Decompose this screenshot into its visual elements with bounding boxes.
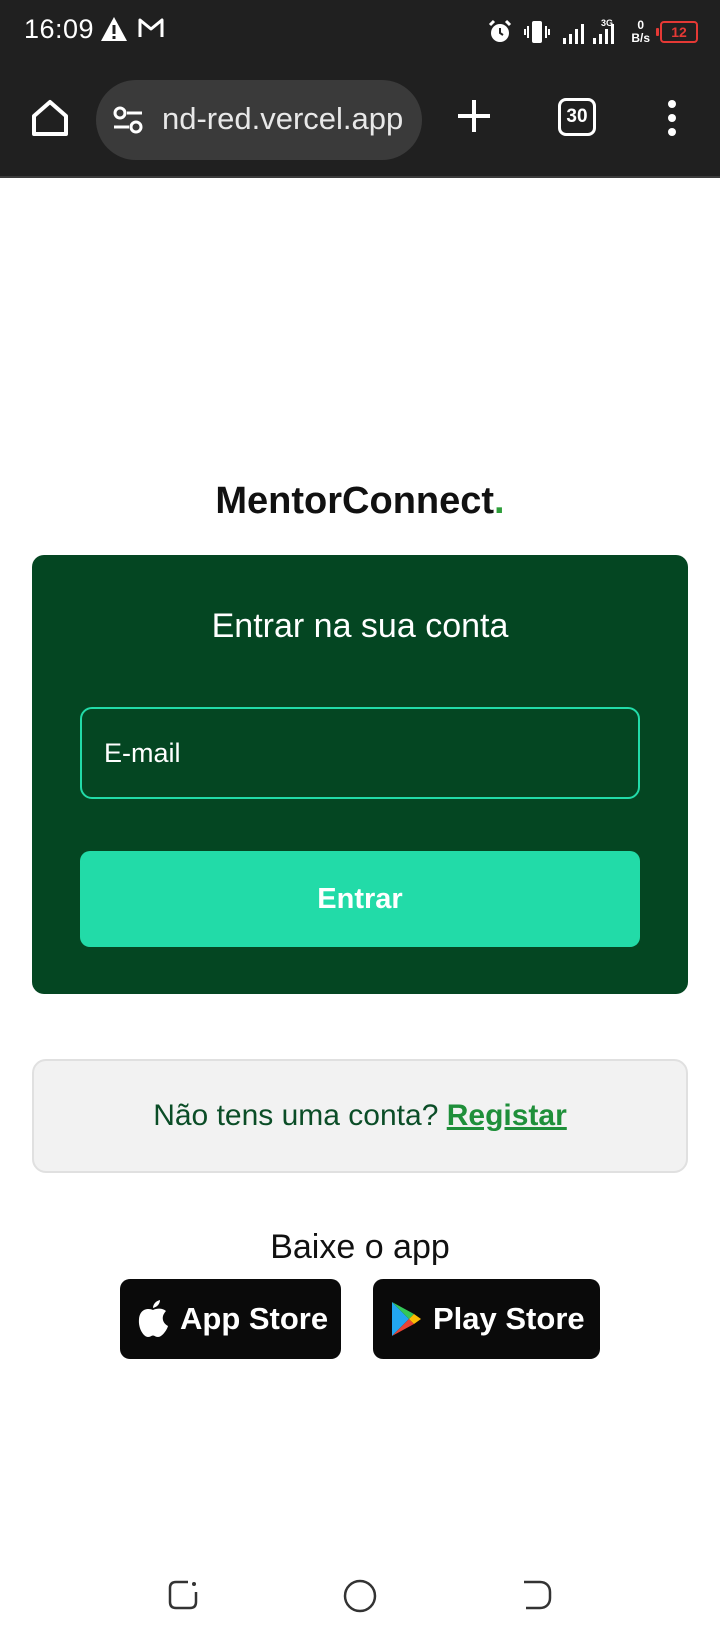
brand-name: MentorConnect	[215, 480, 495, 522]
back-icon[interactable]	[520, 1578, 554, 1612]
register-box: Não tens uma conta? Registar	[32, 1059, 688, 1173]
app-store-label: App Store	[180, 1301, 329, 1336]
home-nav-icon[interactable]	[342, 1578, 378, 1614]
menu-icon[interactable]	[662, 100, 682, 140]
battery-icon: 12	[656, 21, 698, 43]
email-field[interactable]	[80, 707, 640, 799]
site-settings-icon[interactable]	[112, 106, 146, 134]
status-time: 16:09	[24, 14, 95, 44]
address-bar[interactable]: nd-red.vercel.app	[96, 80, 422, 160]
app-store-button[interactable]: App Store	[120, 1279, 341, 1359]
play-store-icon	[389, 1300, 423, 1338]
login-button[interactable]: Entrar	[80, 851, 640, 947]
browser-toolbar: nd-red.vercel.app 30	[0, 66, 720, 178]
register-link[interactable]: Registar	[447, 1099, 567, 1132]
register-prompt: Não tens uma conta?	[153, 1099, 439, 1132]
url-text[interactable]: nd-red.vercel.app	[162, 101, 403, 137]
brand-dot: .	[494, 480, 505, 522]
tabs-icon[interactable]: 30	[558, 98, 596, 136]
play-store-label: Play Store	[433, 1301, 585, 1336]
status-icons: 3G 0 B/s 12	[487, 14, 698, 50]
recents-icon[interactable]	[166, 1578, 200, 1612]
status-bar: 16:09 3G 0 B/s 12	[0, 0, 720, 66]
new-tab-icon[interactable]	[454, 96, 494, 136]
brand-logo: MentorConnect.	[0, 480, 720, 523]
download-title: Baixe o app	[270, 1228, 450, 1266]
network-type: 3G	[601, 18, 613, 28]
net-speed-unit: B/s	[631, 31, 650, 45]
net-speed: 0 B/s	[631, 19, 650, 45]
gmail-icon	[138, 18, 164, 37]
home-icon[interactable]	[28, 96, 72, 140]
system-nav-bar	[0, 1560, 720, 1640]
play-store-button[interactable]: Play Store	[373, 1279, 600, 1359]
warning-icon	[101, 17, 127, 41]
alarm-icon	[489, 19, 512, 42]
vibrate-icon	[524, 21, 551, 43]
apple-icon	[136, 1299, 170, 1339]
signal-icon: 3G	[563, 18, 615, 44]
login-title: Entrar na sua conta	[211, 607, 509, 645]
login-card: Entrar na sua conta Entrar	[32, 555, 688, 994]
